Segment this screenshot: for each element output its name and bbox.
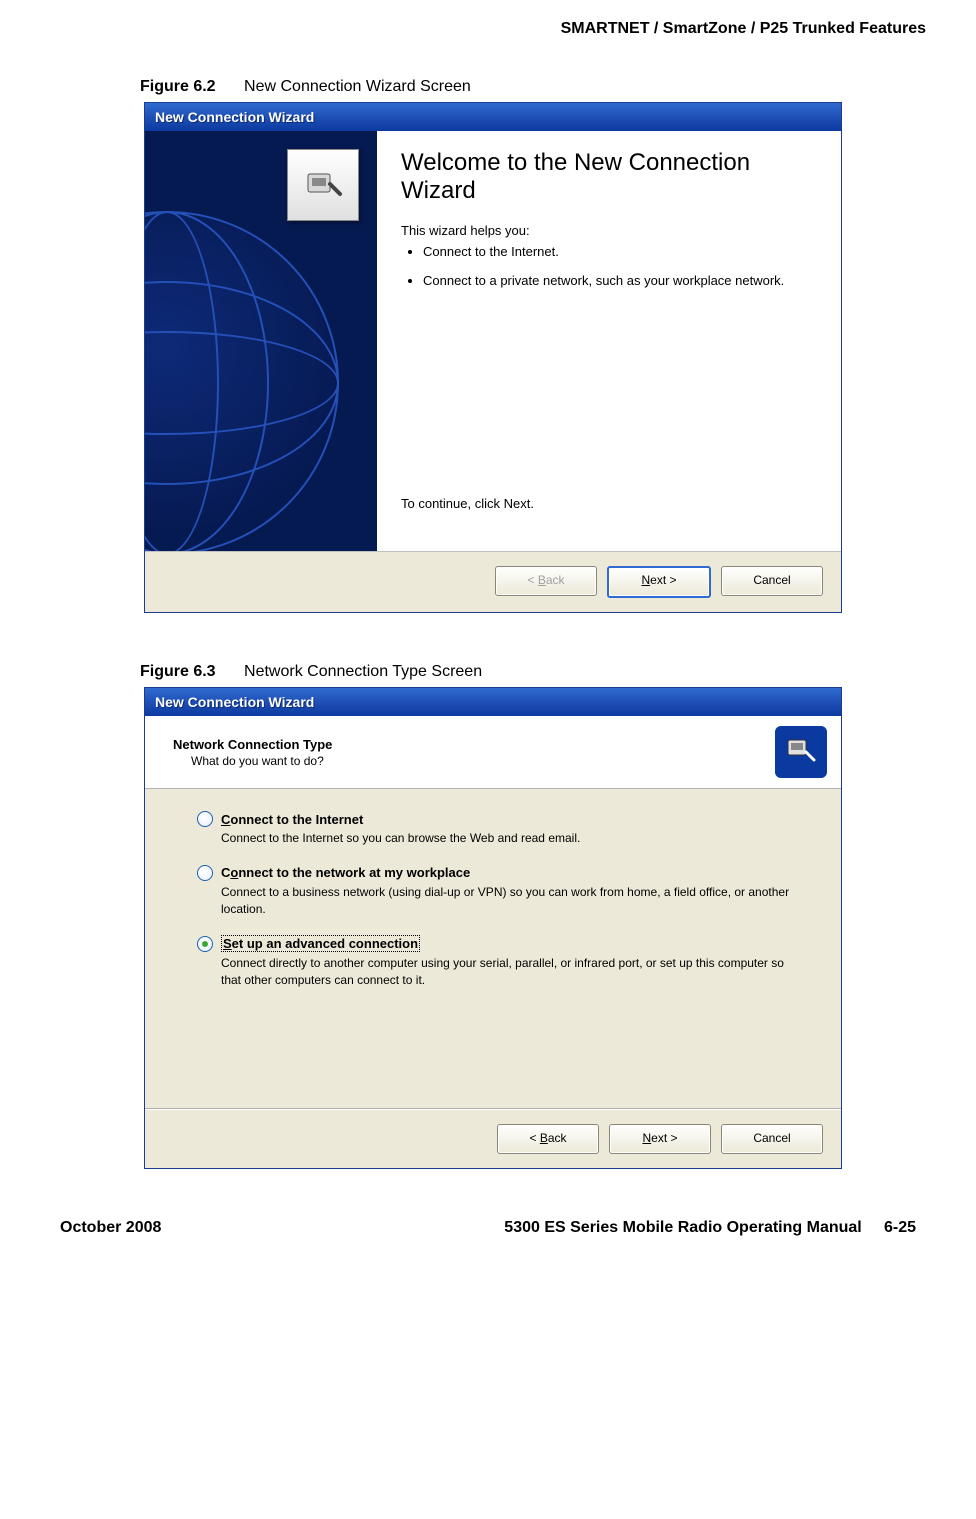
radio-icon[interactable] bbox=[197, 865, 213, 881]
option-connect-internet[interactable]: Connect to the Internet Connect to the I… bbox=[197, 811, 801, 847]
figure-6-3-caption: Figure 6.3 Network Connection Type Scree… bbox=[140, 663, 926, 681]
continue-hint: To continue, click Next. bbox=[401, 496, 817, 511]
figure-6-2-caption: Figure 6.2 New Connection Wizard Screen bbox=[140, 78, 926, 96]
figure-number: Figure 6.3 bbox=[140, 663, 216, 680]
page-footer: October 2008 5300 ES Series Mobile Radio… bbox=[50, 1219, 926, 1237]
figure-number: Figure 6.2 bbox=[140, 78, 216, 95]
step-subtitle: What do you want to do? bbox=[191, 754, 775, 768]
back-button: < Back bbox=[495, 566, 597, 596]
option-description: Connect to a business network (using dia… bbox=[221, 884, 801, 918]
wizard-intro-text: This wizard helps you: bbox=[401, 223, 817, 238]
footer-manual-title: 5300 ES Series Mobile Radio Operating Ma… bbox=[504, 1219, 861, 1236]
titlebar: New Connection Wizard bbox=[145, 688, 841, 716]
wizard-heading: Welcome to the New Connection Wizard bbox=[401, 149, 817, 205]
wizard-sidebar-graphic bbox=[145, 131, 377, 551]
figure-title: New Connection Wizard Screen bbox=[244, 78, 471, 95]
next-button[interactable]: Next > bbox=[609, 1124, 711, 1154]
bullet-connect-internet: Connect to the Internet. bbox=[423, 244, 817, 259]
wizard-dialog-connection-type: New Connection Wizard Network Connection… bbox=[144, 687, 842, 1169]
cancel-button[interactable]: Cancel bbox=[721, 566, 823, 596]
footer-page-number: 6-25 bbox=[884, 1219, 916, 1236]
wizard-dialog-welcome: New Connection Wizard bbox=[144, 102, 842, 613]
option-advanced-connection[interactable]: Set up an advanced connection Connect di… bbox=[197, 935, 801, 989]
wizard-content: Welcome to the New Connection Wizard Thi… bbox=[377, 131, 841, 551]
option-description: Connect directly to another computer usi… bbox=[221, 955, 801, 989]
footer-date: October 2008 bbox=[60, 1219, 161, 1237]
next-button[interactable]: Next > bbox=[607, 566, 711, 598]
wizard-options-panel: Connect to the Internet Connect to the I… bbox=[145, 789, 841, 1109]
wizard-step-header: Network Connection Type What do you want… bbox=[145, 716, 841, 789]
titlebar: New Connection Wizard bbox=[145, 103, 841, 131]
figure-title: Network Connection Type Screen bbox=[244, 663, 482, 680]
wizard-body: Welcome to the New Connection Wizard Thi… bbox=[145, 131, 841, 552]
button-row: < Back Next > Cancel bbox=[145, 552, 841, 612]
option-description: Connect to the Internet so you can brows… bbox=[221, 830, 801, 847]
button-row: < Back Next > Cancel bbox=[145, 1110, 841, 1168]
radio-icon[interactable] bbox=[197, 936, 213, 952]
network-plug-icon bbox=[775, 726, 827, 778]
radio-icon[interactable] bbox=[197, 811, 213, 827]
option-connect-workplace[interactable]: Connect to the network at my workplace C… bbox=[197, 865, 801, 918]
network-plug-icon bbox=[287, 149, 359, 221]
page-header: SMARTNET / SmartZone / P25 Trunked Featu… bbox=[50, 20, 926, 38]
cancel-button[interactable]: Cancel bbox=[721, 1124, 823, 1154]
step-title: Network Connection Type bbox=[173, 737, 775, 752]
bullet-connect-private: Connect to a private network, such as yo… bbox=[423, 273, 817, 288]
back-button[interactable]: < Back bbox=[497, 1124, 599, 1154]
